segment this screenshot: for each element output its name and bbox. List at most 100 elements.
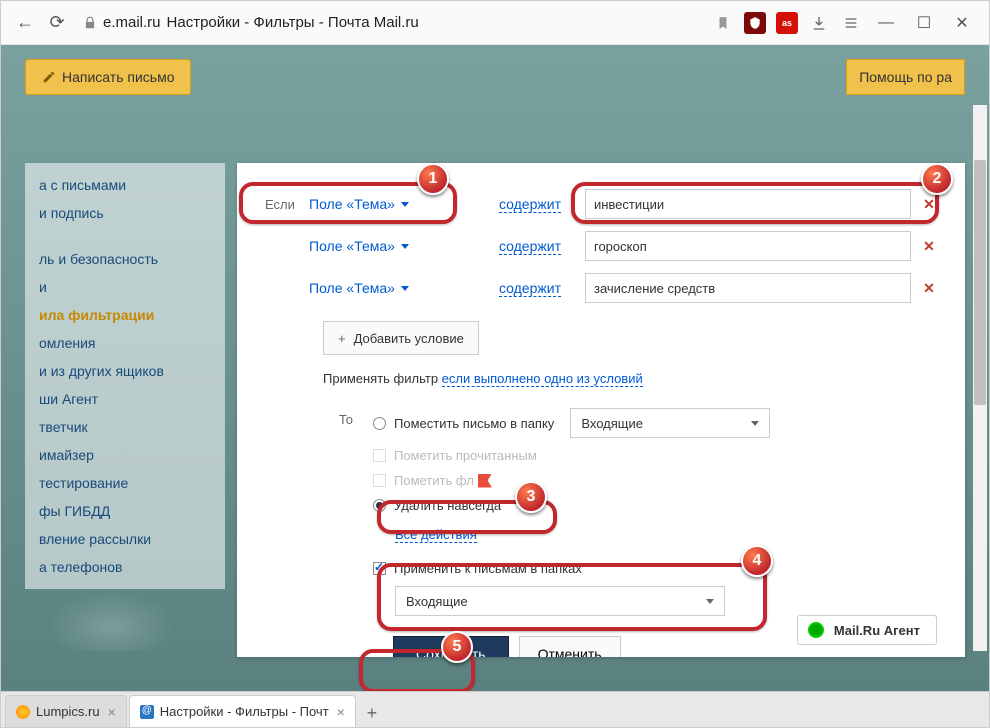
action-read-label: Пометить прочитанным [394, 448, 537, 463]
browser-tab-active[interactable]: Настройки - Фильтры - Почт × [129, 695, 356, 727]
compose-icon [42, 70, 56, 84]
field-select[interactable]: Поле «Тема» [309, 196, 439, 212]
sidebar-item[interactable]: и из других ящиков [25, 357, 225, 385]
downloads-icon[interactable] [805, 9, 833, 37]
condition-value-input[interactable] [585, 189, 911, 219]
action-flag-label: Пометить фл [394, 473, 474, 488]
app-toolbar: Написать письмо Помощь по ра [25, 59, 965, 95]
field-select-label: Поле «Тема» [309, 238, 395, 254]
browser-tabbar: Lumpics.ru × Настройки - Фильтры - Почт … [1, 691, 989, 727]
checkbox-icon[interactable] [373, 474, 386, 487]
sidebar-item[interactable]: и подпись [25, 199, 225, 227]
then-block: То Поместить письмо в папку Входящие Пом… [265, 408, 937, 616]
field-select[interactable]: Поле «Тема» [309, 238, 439, 254]
sidebar-item[interactable]: и [25, 273, 225, 301]
vertical-scrollbar[interactable] [973, 105, 987, 651]
apply-folders-select[interactable]: Входящие [395, 586, 725, 616]
operator-select[interactable]: содержит [499, 196, 561, 213]
tab-title: Lumpics.ru [36, 704, 100, 719]
radio-icon[interactable] [373, 499, 386, 512]
page-content: Написать письмо Помощь по ра а с письмам… [1, 45, 989, 691]
apply-folders-label: Применить к письмам в папках [394, 561, 582, 576]
page-title: Настройки - Фильтры - Почта Mail.ru [167, 14, 419, 31]
field-select-label: Поле «Тема» [309, 196, 395, 212]
condition-value-input[interactable] [585, 273, 911, 303]
tab-close-icon[interactable]: × [108, 704, 116, 720]
actions-list: Поместить письмо в папку Входящие Помети… [373, 408, 937, 616]
field-select[interactable]: Поле «Тема» [309, 280, 439, 296]
folder-select[interactable]: Входящие [570, 408, 770, 438]
sidebar-item[interactable]: имайзер [25, 441, 225, 469]
folder-select-value: Входящие [581, 416, 643, 431]
sidebar-item-filters[interactable]: ила фильтрации [25, 301, 225, 329]
sidebar-item[interactable]: фы ГИБДД [25, 497, 225, 525]
help-button[interactable]: Помощь по ра [846, 59, 965, 95]
window-minimize[interactable]: — [867, 7, 905, 39]
compose-button[interactable]: Написать письмо [25, 59, 191, 95]
save-button[interactable]: Сохранить [393, 636, 509, 657]
apply-folders-value: Входящие [406, 594, 468, 609]
apply-mode-prefix: Применять фильтр [323, 371, 442, 386]
sidebar-item[interactable]: тестирование [25, 469, 225, 497]
sidebar-item[interactable]: ль и безопасность [25, 245, 225, 273]
browser-titlebar: ← ⟳ e.mail.ru Настройки - Фильтры - Почт… [1, 1, 989, 45]
window-maximize[interactable]: ☐ [905, 7, 943, 39]
sidebar-item[interactable]: ши Агент [25, 385, 225, 413]
back-button[interactable]: ← [9, 7, 41, 39]
filter-editor-panel: Если Поле «Тема» содержит ✕ Поле «Тема» … [237, 163, 965, 657]
operator-select[interactable]: содержит [499, 238, 561, 255]
radio-icon[interactable] [373, 417, 386, 430]
delete-condition-icon[interactable]: ✕ [921, 280, 937, 297]
url-text[interactable]: e.mail.ru [103, 14, 161, 31]
apply-mode-link[interactable]: если выполнено одно из условий [442, 371, 643, 387]
all-actions-link[interactable]: Все действия [395, 527, 477, 543]
settings-sidebar: а с письмами и подпись ль и безопасность… [25, 163, 225, 589]
favicon-icon [16, 705, 30, 719]
apply-to-folders[interactable]: Применить к письмам в папках [373, 561, 937, 576]
action-mark-flag[interactable]: Пометить фл [373, 473, 937, 488]
browser-tab[interactable]: Lumpics.ru × [5, 695, 127, 727]
mailru-agent-widget[interactable]: Mail.Ru Агент [797, 615, 937, 645]
scrollbar-thumb[interactable] [974, 160, 986, 406]
sidebar-item[interactable]: омления [25, 329, 225, 357]
lock-icon [83, 16, 97, 30]
add-condition-button[interactable]: Добавить условие [323, 321, 479, 355]
tab-close-icon[interactable]: × [337, 704, 345, 720]
action-mark-read[interactable]: Пометить прочитанным [373, 448, 937, 463]
sidebar-item[interactable]: а телефонов [25, 553, 225, 581]
menu-icon[interactable] [837, 9, 865, 37]
favicon-icon [140, 705, 154, 719]
extension-adblock-icon[interactable] [741, 9, 769, 37]
delete-condition-icon[interactable]: ✕ [921, 238, 937, 255]
checkbox-icon[interactable] [373, 562, 386, 575]
condition-value-input[interactable] [585, 231, 911, 261]
sidebar-item[interactable]: а с письмами [25, 171, 225, 199]
flag-icon [478, 474, 492, 488]
condition-row: Если Поле «Тема» содержит ✕ [265, 189, 937, 219]
window-close[interactable]: ✕ [943, 7, 981, 39]
caret-icon [401, 286, 409, 291]
extension-lastfm-icon[interactable]: as [773, 9, 801, 37]
new-tab-button[interactable]: + [358, 699, 386, 727]
apply-mode-line: Применять фильтр если выполнено одно из … [323, 371, 937, 386]
cancel-button[interactable]: Отменить [519, 636, 621, 657]
reload-button[interactable]: ⟳ [41, 7, 73, 39]
bookmark-icon[interactable] [709, 9, 737, 37]
add-condition-label: Добавить условие [354, 331, 464, 346]
save-label: Сохранить [416, 646, 486, 657]
if-label: Если [265, 197, 309, 212]
sidebar-item[interactable]: тветчик [25, 413, 225, 441]
delete-condition-icon[interactable]: ✕ [921, 196, 937, 213]
status-dot-icon [808, 622, 824, 638]
browser-window: ← ⟳ e.mail.ru Настройки - Фильтры - Почт… [0, 0, 990, 728]
sidebar-item[interactable]: вление рассылки [25, 525, 225, 553]
cancel-label: Отменить [538, 646, 602, 657]
checkbox-icon[interactable] [373, 449, 386, 462]
action-delete-label: Удалить навсегда [394, 498, 501, 513]
field-select-label: Поле «Тема» [309, 280, 395, 296]
caret-icon [401, 202, 409, 207]
operator-select[interactable]: содержит [499, 280, 561, 297]
tab-title: Настройки - Фильтры - Почт [160, 704, 329, 719]
action-move[interactable]: Поместить письмо в папку Входящие [373, 408, 937, 438]
action-delete-forever[interactable]: Удалить навсегда [373, 498, 937, 513]
